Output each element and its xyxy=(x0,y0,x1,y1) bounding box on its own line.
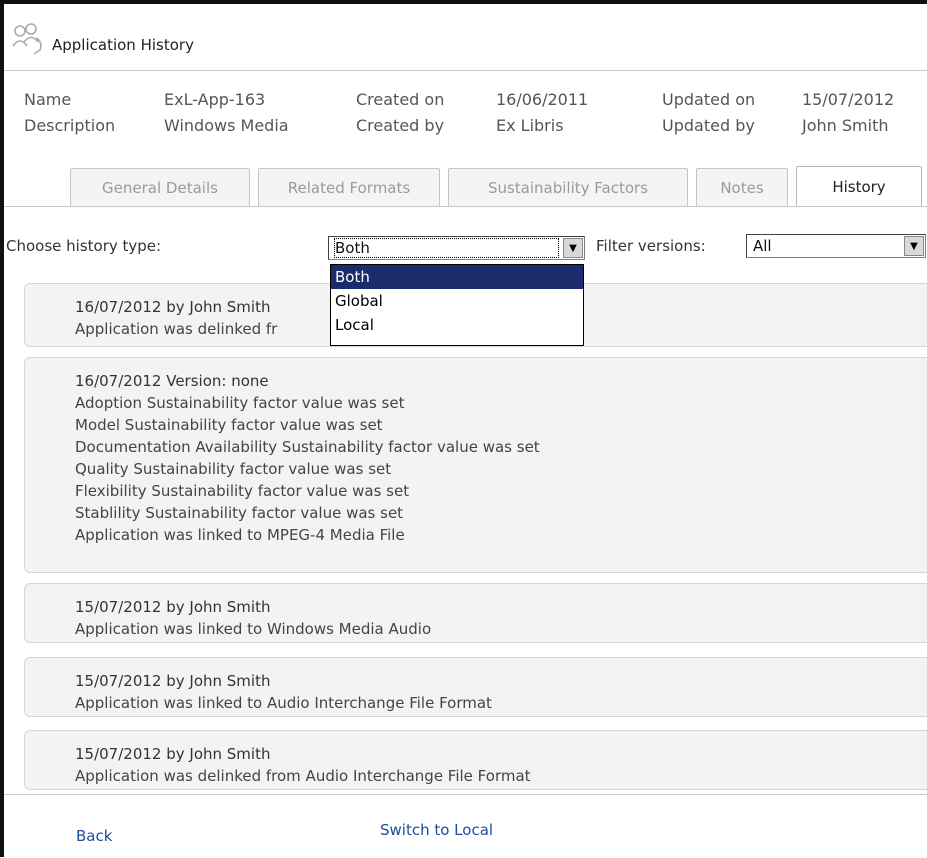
dropdown-option-local[interactable]: Local xyxy=(331,313,583,337)
history-entry: 15/07/2012 by John Smith Application was… xyxy=(24,730,927,790)
history-type-dropdown: Both Global Local xyxy=(330,264,584,346)
page-title: Application History xyxy=(52,36,194,54)
description-label: Description xyxy=(24,116,116,135)
filter-versions-select[interactable]: All ▼ xyxy=(746,234,926,258)
history-type-label: Choose history type: xyxy=(6,237,162,255)
entry-line: Adoption Sustainability factor value was… xyxy=(75,394,405,412)
window-frame: Application History Name ExL-App-163 Cre… xyxy=(0,0,927,857)
tab-label: Notes xyxy=(720,178,764,197)
entry-header: 15/07/2012 by John Smith xyxy=(75,745,271,763)
filter-versions-selected: All xyxy=(753,237,772,255)
updated-on-value: 15/07/2012 xyxy=(802,90,895,109)
title-bar: Application History xyxy=(4,4,927,71)
name-value: ExL-App-163 xyxy=(164,90,266,109)
frame-border-left xyxy=(0,0,4,857)
created-by-label: Created by xyxy=(356,116,445,135)
back-link[interactable]: Back xyxy=(76,827,112,845)
entry-line: Model Sustainability factor value was se… xyxy=(75,416,383,434)
switch-to-local-link[interactable]: Switch to Local xyxy=(380,821,493,839)
entry-header: 16/07/2012 Version: none xyxy=(75,372,269,390)
history-type-selected: Both xyxy=(334,238,559,258)
entry-line: Application was linked to Audio Intercha… xyxy=(75,694,492,712)
users-icon xyxy=(12,23,42,55)
chevron-down-icon[interactable]: ▼ xyxy=(904,236,924,256)
entry-header: 15/07/2012 by John Smith xyxy=(75,598,271,616)
entry-line: Application was delinked fr xyxy=(75,320,278,338)
dropdown-option-both[interactable]: Both xyxy=(331,265,583,289)
dropdown-option-global[interactable]: Global xyxy=(331,289,583,313)
description-value: Windows Media xyxy=(164,116,289,135)
entry-line: Application was linked to Windows Media … xyxy=(75,620,432,638)
created-by-value: Ex Libris xyxy=(496,116,564,135)
tab-general-details[interactable]: General Details xyxy=(70,168,250,206)
entry-line: Quality Sustainability factor value was … xyxy=(75,460,392,478)
name-label: Name xyxy=(24,90,72,109)
tab-history[interactable]: History xyxy=(796,166,922,206)
updated-on-label: Updated on xyxy=(662,90,756,109)
tab-sustainability-factors[interactable]: Sustainability Factors xyxy=(448,168,688,206)
tab-label: Related Formats xyxy=(287,178,411,197)
tab-label: Sustainability Factors xyxy=(487,178,649,197)
history-type-select[interactable]: Both ▼ xyxy=(328,236,585,260)
tab-related-formats[interactable]: Related Formats xyxy=(258,168,440,206)
entry-line: Application was linked to MPEG-4 Media F… xyxy=(75,526,405,544)
entry-header: 16/07/2012 by John Smith xyxy=(75,298,271,316)
footer-bar: Back Switch to Local xyxy=(4,794,927,858)
entry-header: 15/07/2012 by John Smith xyxy=(75,672,271,690)
history-entry: 15/07/2012 by John Smith Application was… xyxy=(24,583,927,643)
created-on-label: Created on xyxy=(356,90,445,109)
history-entry: 16/07/2012 Version: none Adoption Sustai… xyxy=(24,357,927,573)
created-on-value: 16/06/2011 xyxy=(496,90,589,109)
tab-divider xyxy=(4,206,927,207)
filter-versions-label: Filter versions: xyxy=(596,237,706,255)
history-entry: 15/07/2012 by John Smith Application was… xyxy=(24,657,927,717)
updated-by-value: John Smith xyxy=(802,116,889,135)
entry-line: Stablility Sustainability factor value w… xyxy=(75,504,404,522)
tab-notes[interactable]: Notes xyxy=(696,168,788,206)
entry-line: Flexibility Sustainability factor value … xyxy=(75,482,410,500)
tab-label: General Details xyxy=(102,178,218,197)
tab-label: History xyxy=(832,177,886,196)
entry-line: Documentation Availability Sustainabilit… xyxy=(75,438,540,456)
updated-by-label: Updated by xyxy=(662,116,755,135)
history-controls: Choose history type: Both ▼ Filter versi… xyxy=(0,220,927,260)
chevron-down-icon[interactable]: ▼ xyxy=(563,238,583,258)
entry-line: Application was delinked from Audio Inte… xyxy=(75,767,531,785)
